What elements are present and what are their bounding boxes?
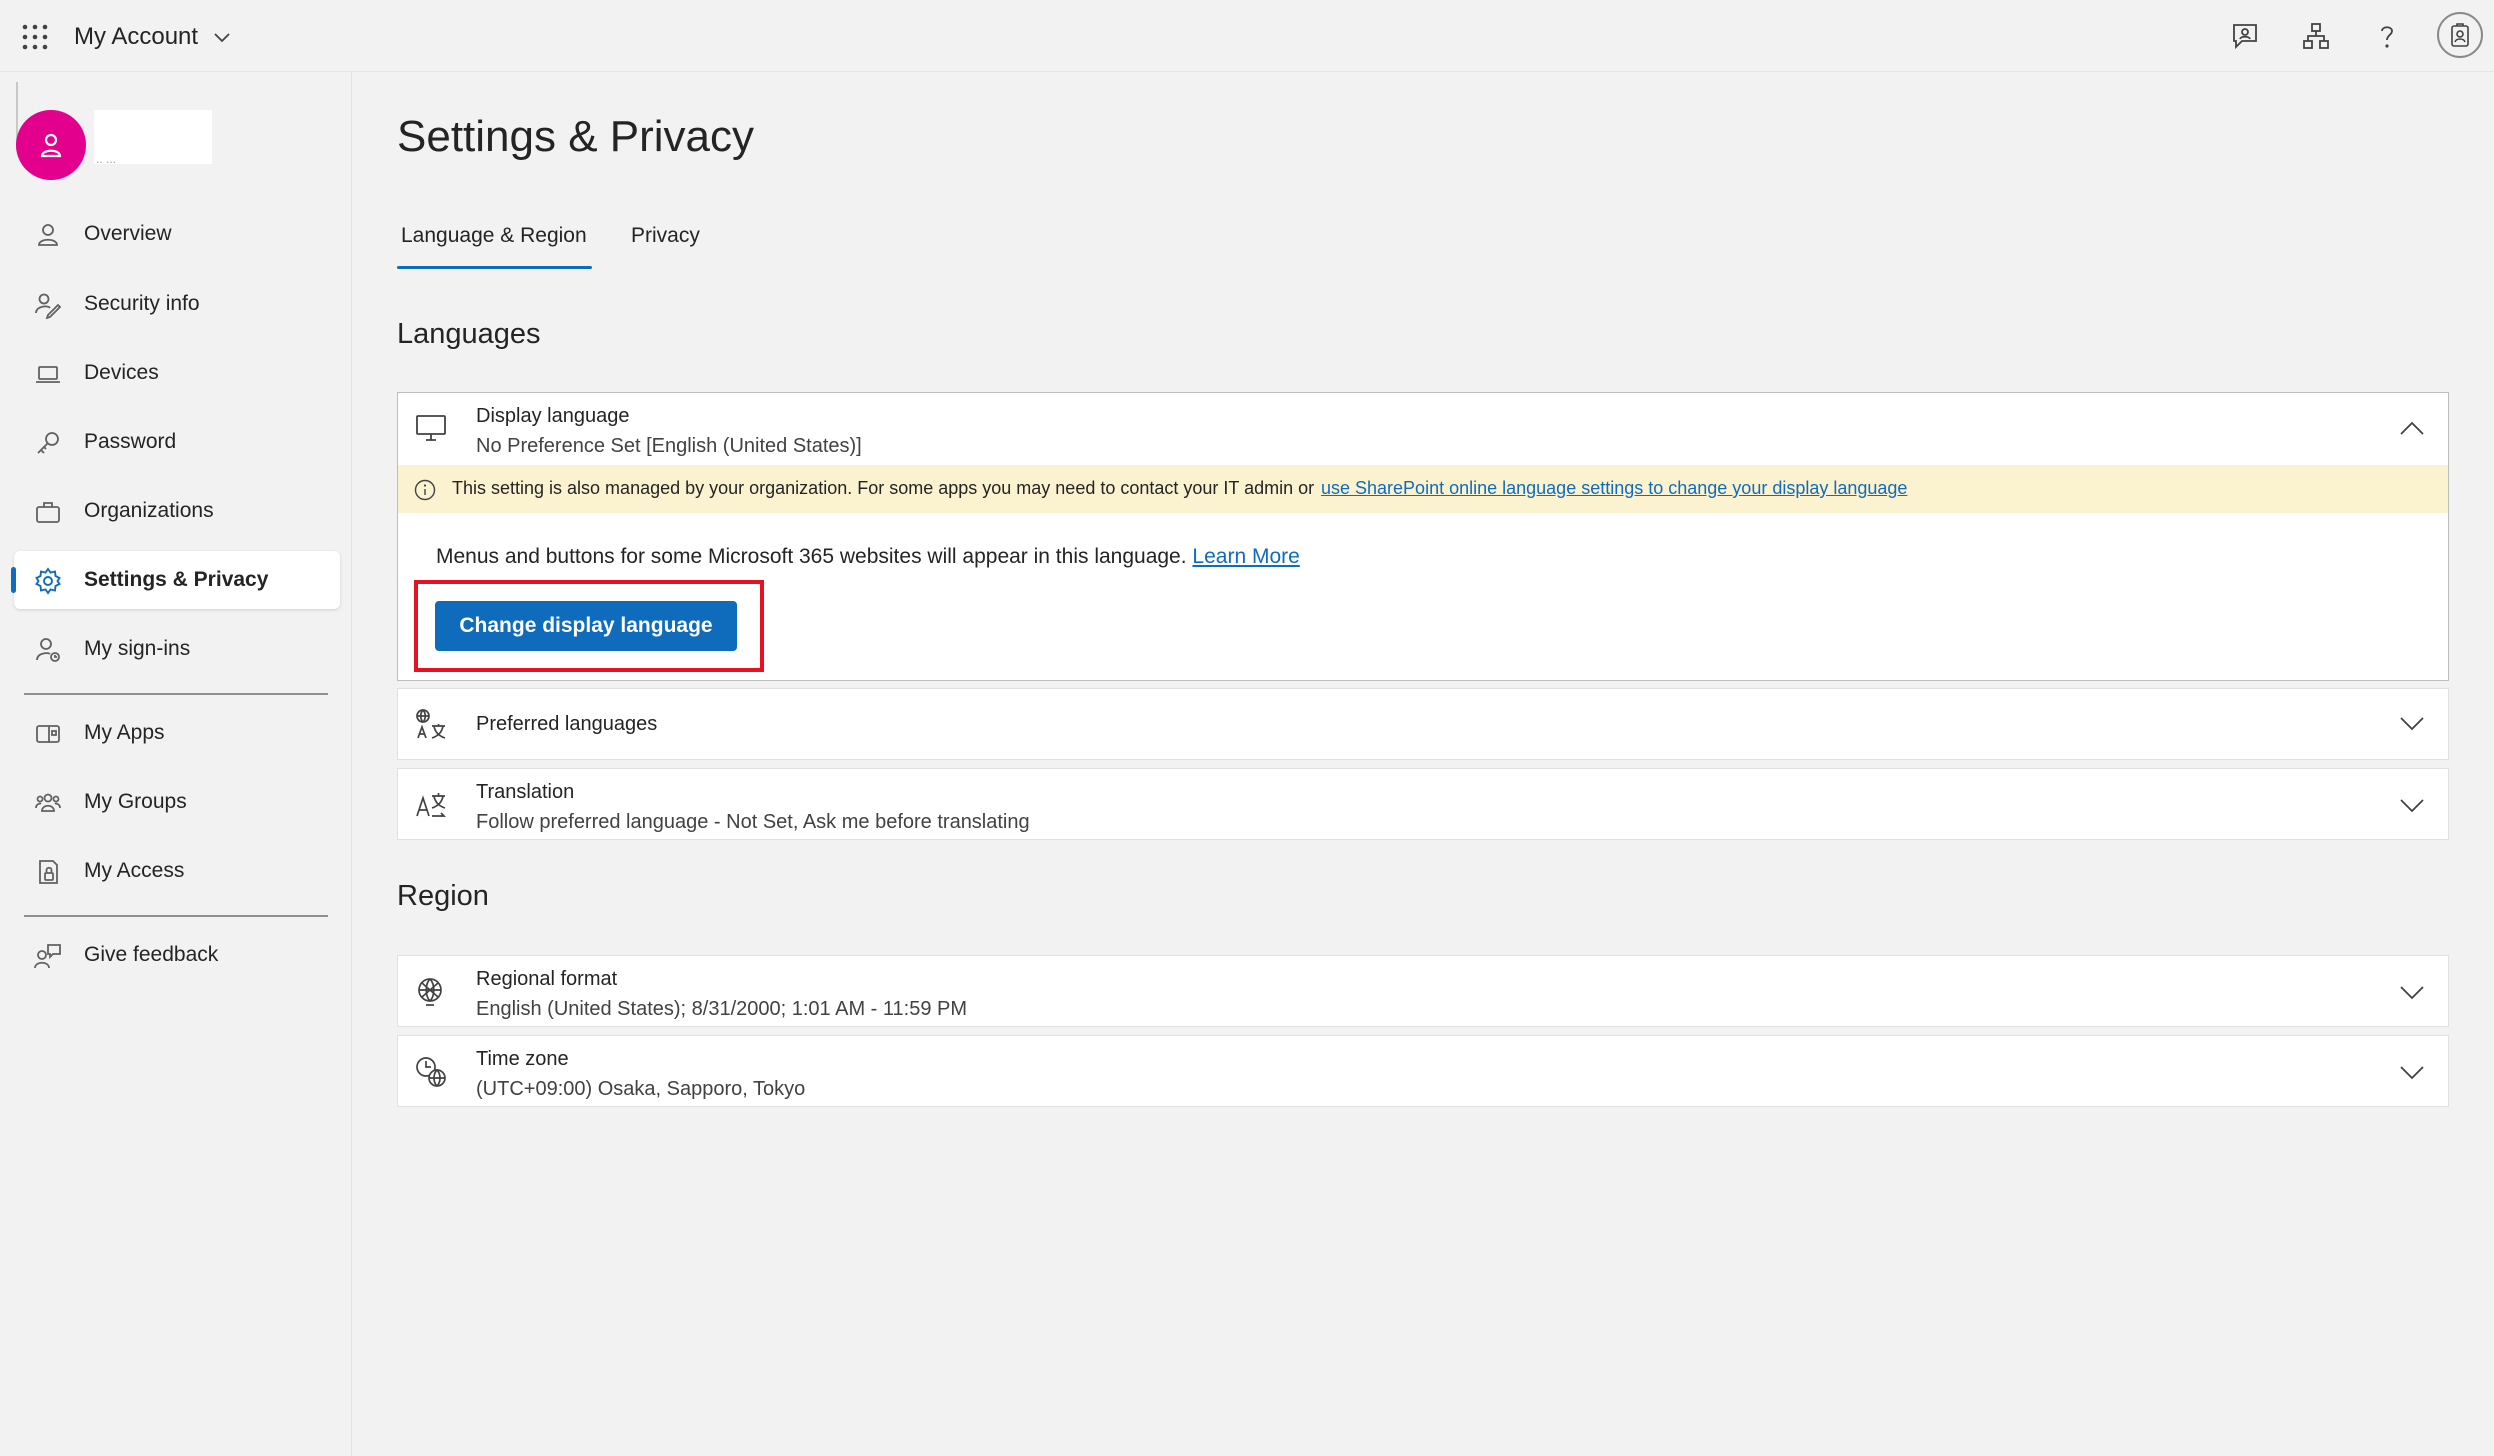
sidebar-item-devices[interactable]: Devices (14, 344, 340, 402)
globe-icon (414, 975, 448, 1009)
translation-title: Translation (476, 781, 575, 803)
sidebar-item-organizations[interactable]: Organizations (14, 482, 340, 540)
display-language-description: Menus and buttons for some Microsoft 365… (436, 545, 1187, 568)
person-icon (34, 221, 62, 249)
translate-icon (414, 788, 448, 822)
laptop-icon (34, 360, 62, 388)
chevron-down-icon (212, 27, 232, 47)
help-icon[interactable] (2369, 18, 2405, 54)
sidebar-item-label: My Groups (84, 790, 187, 813)
feedback-person-icon (34, 942, 62, 970)
sidebar-item-overview[interactable]: Overview (14, 205, 340, 263)
tab-language-region[interactable]: Language & Region (401, 224, 587, 248)
translation-card[interactable]: Translation Follow preferred language - … (397, 768, 2449, 840)
sidebar-item-label: My Access (84, 859, 185, 882)
sidebar-item-my-groups[interactable]: My Groups (14, 773, 340, 831)
sidebar-item-label: Security info (84, 292, 200, 315)
apps-icon (34, 720, 62, 748)
access-icon (34, 858, 62, 886)
feedback-icon[interactable] (2227, 18, 2263, 54)
info-banner: This setting is also managed by your org… (398, 465, 2448, 513)
sign-ins-icon (34, 636, 62, 664)
time-zone-card[interactable]: Time zone (UTC+09:00) Osaka, Sapporo, To… (397, 1035, 2449, 1107)
app-launcher-icon[interactable] (22, 24, 48, 50)
display-language-title: Display language (476, 405, 630, 427)
chevron-up-icon[interactable] (2398, 415, 2426, 443)
translation-value: Follow preferred language - Not Set, Ask… (476, 811, 1030, 833)
sidebar-item-label: Devices (84, 361, 159, 384)
organization-icon[interactable] (2298, 18, 2334, 54)
preferred-languages-card[interactable]: Preferred languages (397, 688, 2449, 760)
sidebar-item-password[interactable]: Password (14, 413, 340, 471)
sidebar-item-my-apps[interactable]: My Apps (14, 704, 340, 762)
tab-privacy[interactable]: Privacy (631, 224, 700, 248)
chevron-down-icon[interactable] (2398, 791, 2426, 819)
app-title: My Account (74, 23, 199, 50)
app-title-menu[interactable]: My Account (74, 20, 232, 54)
account-avatar-icon[interactable] (2437, 12, 2483, 58)
sidebar-item-label: Password (84, 430, 177, 453)
info-banner-text: This setting is also managed by your org… (452, 478, 1315, 498)
sidebar-divider (24, 693, 328, 695)
languages-heading: Languages (397, 318, 541, 350)
sidebar-item-my-access[interactable]: My Access (14, 842, 340, 900)
sidebar-item-settings-privacy[interactable]: Settings & Privacy (11, 551, 340, 609)
top-bar: My Account (0, 0, 2494, 72)
briefcase-icon (34, 498, 62, 526)
page-title: Settings & Privacy (397, 112, 755, 161)
sidebar-item-security-info[interactable]: Security info (14, 275, 340, 333)
key-icon (34, 429, 62, 457)
active-indicator (11, 567, 16, 593)
time-zone-icon (414, 1055, 448, 1089)
regional-format-value: English (United States); 8/31/2000; 1:01… (476, 998, 968, 1020)
info-icon (414, 479, 436, 501)
display-language-header[interactable]: Display language No Preference Set [Engl… (398, 393, 2448, 465)
active-tab-indicator (397, 266, 592, 269)
regional-format-title: Regional format (476, 968, 618, 990)
region-heading: Region (397, 880, 489, 912)
sidebar-item-label: Settings & Privacy (84, 568, 269, 591)
preferred-languages-title: Preferred languages (476, 713, 658, 735)
display-language-description-line: Menus and buttons for some Microsoft 365… (436, 545, 1300, 569)
sidebar-divider (24, 915, 328, 917)
chevron-down-icon[interactable] (2398, 978, 2426, 1006)
chevron-down-icon[interactable] (2398, 1058, 2426, 1086)
user-avatar[interactable] (16, 110, 86, 180)
change-display-language-button[interactable]: Change display language (435, 601, 737, 651)
sidebar-item-label: Give feedback (84, 943, 219, 966)
regional-format-card[interactable]: Regional format English (United States);… (397, 955, 2449, 1027)
display-language-value: No Preference Set [English (United State… (476, 435, 862, 457)
language-icon (414, 707, 448, 741)
user-email: .. ... (96, 152, 117, 166)
learn-more-link[interactable]: Learn More (1192, 545, 1299, 568)
sidebar-item-give-feedback[interactable]: Give feedback (14, 926, 340, 984)
chevron-down-icon[interactable] (2398, 709, 2426, 737)
sidebar-item-label: My sign-ins (84, 637, 191, 660)
groups-icon (34, 789, 62, 817)
sidebar-item-label: Organizations (84, 499, 214, 522)
gear-icon (34, 567, 62, 595)
sidebar-item-label: Overview (84, 222, 172, 245)
sharepoint-language-settings-link[interactable]: use SharePoint online language settings … (1321, 478, 1907, 499)
sidebar-item-label: My Apps (84, 721, 165, 744)
time-zone-value: (UTC+09:00) Osaka, Sapporo, Tokyo (476, 1078, 806, 1100)
sidebar-item-my-sign-ins[interactable]: My sign-ins (14, 620, 340, 678)
security-info-icon (34, 291, 62, 319)
monitor-icon (414, 411, 448, 445)
time-zone-title: Time zone (476, 1048, 569, 1070)
